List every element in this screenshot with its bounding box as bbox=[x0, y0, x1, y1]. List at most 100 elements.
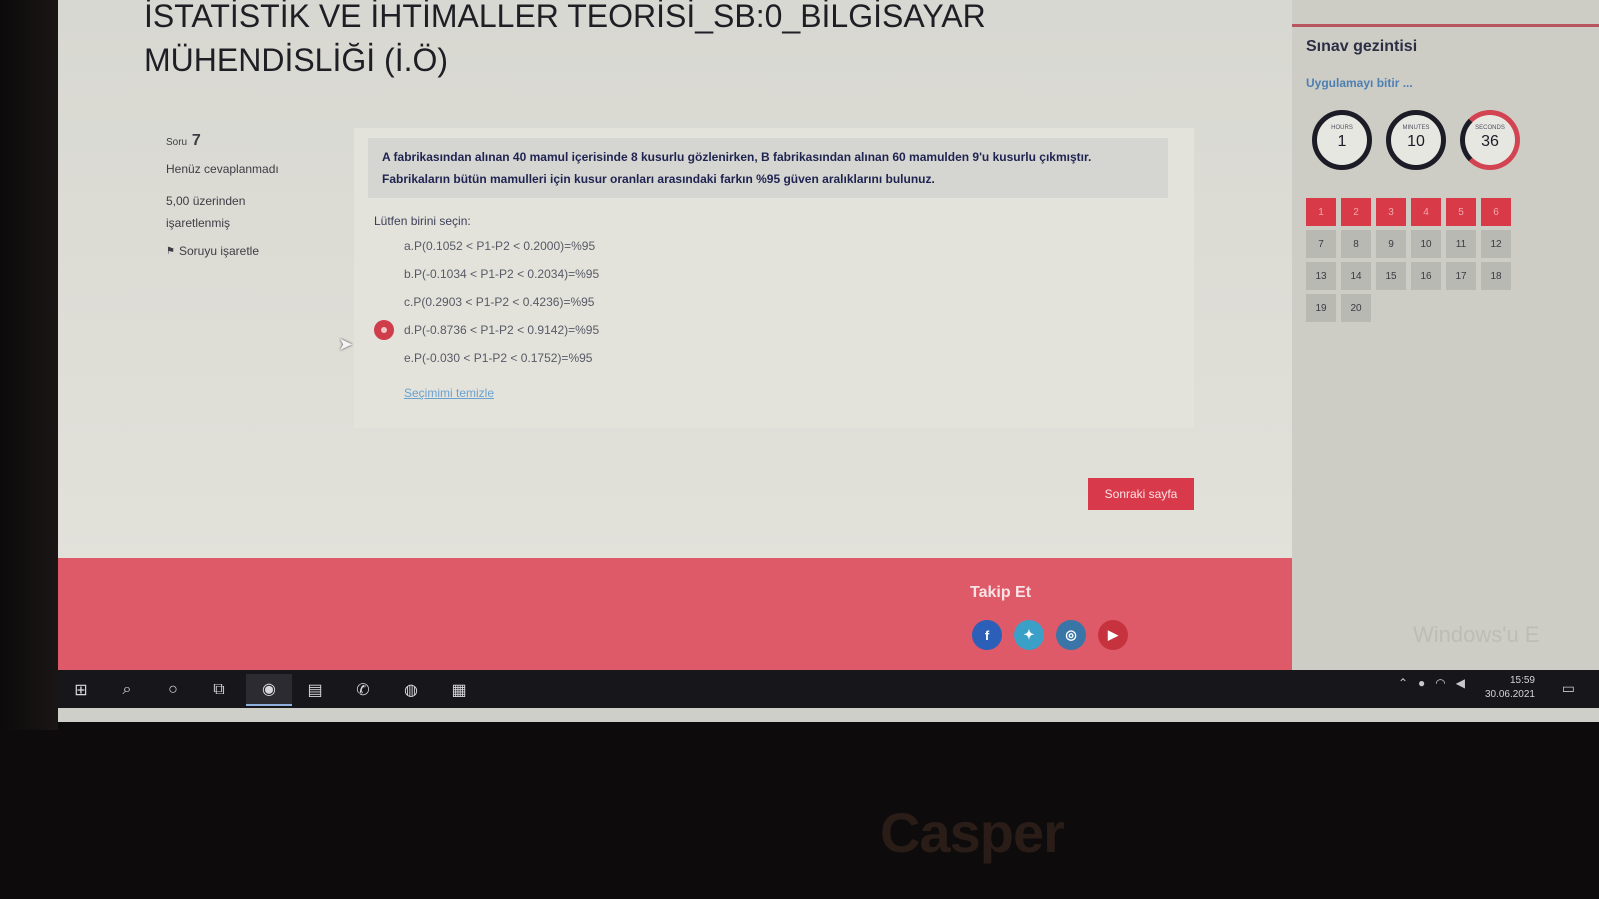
question-nav-button[interactable]: 12 bbox=[1481, 230, 1511, 258]
sidebar-divider bbox=[1292, 24, 1599, 27]
course-title-line1: İSTATİSTİK VE İHTİMALLER TEORİSİ_SB:0_Bİ… bbox=[144, 0, 986, 34]
question-nav-button[interactable]: 20 bbox=[1341, 294, 1371, 322]
social-links: f ✦ ◎ ▶ bbox=[972, 620, 1128, 650]
question-info: Soru 7 Henüz cevaplanmadı 5,00 üzerinden… bbox=[166, 132, 336, 258]
flag-label: Soruyu işaretle bbox=[178, 244, 260, 258]
answer-option-label: d.P(-0.8736 < P1-P2 < 0.9142)=%95 bbox=[404, 323, 600, 337]
clear-selection-link[interactable]: Seçimimi temizle bbox=[404, 386, 494, 400]
timer-hours-label: HOURS bbox=[1331, 125, 1353, 131]
windows-start-icon[interactable]: ⊞ bbox=[58, 674, 104, 706]
question-nav-button[interactable]: 13 bbox=[1306, 262, 1336, 290]
excel-icon[interactable]: ▦ bbox=[436, 674, 482, 706]
answer-option-label: e.P(-0.030 < P1-P2 < 0.1752)=%95 bbox=[404, 351, 593, 365]
taskbar-clock[interactable]: 15:59 30.06.2021 bbox=[1485, 674, 1535, 702]
cortana-icon[interactable]: ○ bbox=[150, 674, 196, 706]
grade-line1: 5,00 üzerinden bbox=[166, 194, 246, 208]
question-box: A fabrikasından alınan 40 mamul içerisin… bbox=[354, 128, 1194, 428]
site-footer: Takip Et f ✦ ◎ ▶ bbox=[58, 558, 1318, 670]
question-grid: 1 2 3 4 5 6 7 8 9 10 11 12 13 14 15 16 17 18 19 20 bbox=[1306, 198, 1511, 322]
quiz-page: İSTATİSTİK VE İHTİMALLER TEORİSİ_SB:0_Bİ… bbox=[58, 0, 1318, 570]
timer-minutes-label: MINUTES bbox=[1402, 125, 1430, 131]
question-nav-button[interactable]: 7 bbox=[1306, 230, 1336, 258]
answer-option-label: a.P(0.1052 < P1-P2 < 0.2000)=%95 bbox=[404, 239, 596, 253]
question-text: A fabrikasından alınan 40 mamul içerisin… bbox=[368, 138, 1168, 198]
course-title: İSTATİSTİK VE İHTİMALLER TEORİSİ_SB:0_Bİ… bbox=[144, 0, 1144, 82]
question-nav-button[interactable]: 14 bbox=[1341, 262, 1371, 290]
question-text-line2: Fabrikaların bütün mamulleri için kusur … bbox=[382, 172, 935, 186]
course-title-line2: MÜHENDİSLİĞİ (İ.Ö) bbox=[144, 42, 449, 78]
question-nav-button[interactable]: 1 bbox=[1306, 198, 1336, 226]
chevron-up-icon[interactable]: ⌃ bbox=[1398, 676, 1408, 690]
question-nav-button[interactable]: 18 bbox=[1481, 262, 1511, 290]
answer-option[interactable]: b.P(-0.1034 < P1-P2 < 0.2034)=%95 bbox=[374, 260, 599, 288]
task-view-icon[interactable]: ⧉ bbox=[196, 674, 242, 706]
whatsapp-icon[interactable]: ✆ bbox=[340, 674, 386, 706]
radio-icon[interactable] bbox=[374, 320, 394, 340]
next-page-button[interactable]: Sonraki sayfa bbox=[1088, 478, 1194, 510]
timer-hours: HOURS 1 bbox=[1312, 110, 1372, 170]
quiz-navigation-title: Sınav gezintisi bbox=[1306, 38, 1418, 55]
question-nav-button[interactable]: 9 bbox=[1376, 230, 1406, 258]
question-nav-button[interactable]: 5 bbox=[1446, 198, 1476, 226]
system-tray: ⌃ ● ◠ ◀ bbox=[1398, 676, 1465, 690]
windows-taskbar: ⊞ ⌕ ○ ⧉ ◉ ▤ ✆ ◍ ▦ ⌃ ● ◠ ◀ 15:59 30.06.20… bbox=[58, 670, 1599, 708]
question-nav-button[interactable]: 10 bbox=[1411, 230, 1441, 258]
answer-option[interactable]: a.P(0.1052 < P1-P2 < 0.2000)=%95 bbox=[374, 232, 599, 260]
quiz-navigation: Sınav gezintisi Uygulamayı bitir ... HOU… bbox=[1292, 0, 1599, 670]
casper-logo: Casper bbox=[880, 801, 1065, 864]
notification-icon[interactable]: ▭ bbox=[1562, 680, 1575, 697]
question-nav-button[interactable]: 17 bbox=[1446, 262, 1476, 290]
chrome-profile-icon[interactable]: ◍ bbox=[388, 674, 434, 706]
grade-line2: işaretlenmiş bbox=[166, 216, 231, 230]
answer-option-label: c.P(0.2903 < P1-P2 < 0.4236)=%95 bbox=[404, 295, 595, 309]
timer-seconds-label: SECONDS bbox=[1475, 125, 1505, 131]
windows-activation-watermark: Windows'u E bbox=[1413, 622, 1540, 647]
search-icon[interactable]: ⌕ bbox=[104, 674, 150, 706]
timer-hours-value: 1 bbox=[1337, 133, 1347, 150]
answer-option[interactable]: d.P(-0.8736 < P1-P2 < 0.9142)=%95 bbox=[374, 316, 599, 344]
question-nav-button[interactable]: 6 bbox=[1481, 198, 1511, 226]
question-nav-button[interactable]: 4 bbox=[1411, 198, 1441, 226]
question-nav-button[interactable]: 3 bbox=[1376, 198, 1406, 226]
clock-time: 15:59 bbox=[1509, 675, 1535, 686]
timer-minutes-value: 10 bbox=[1407, 133, 1425, 150]
timer-minutes: MINUTES 10 bbox=[1386, 110, 1446, 170]
flag-question-button[interactable]: ⚑ Soruyu işaretle bbox=[166, 244, 336, 258]
question-number-value: 7 bbox=[191, 132, 201, 149]
answer-option[interactable]: e.P(-0.030 < P1-P2 < 0.1752)=%95 bbox=[374, 344, 599, 372]
laptop-screen: İSTATİSTİK VE İHTİMALLER TEORİSİ_SB:0_Bİ… bbox=[58, 0, 1599, 722]
photo-stage: İSTATİSTİK VE İHTİMALLER TEORİSİ_SB:0_Bİ… bbox=[0, 0, 1599, 899]
mouse-cursor-icon: ➤ bbox=[338, 334, 354, 354]
question-label: Soru bbox=[166, 137, 188, 148]
timer-seconds-value: 36 bbox=[1481, 133, 1499, 150]
follow-label: Takip Et bbox=[970, 584, 1032, 601]
volume-icon[interactable]: ◀ bbox=[1456, 676, 1465, 690]
laptop-bezel bbox=[0, 0, 58, 730]
flag-icon: ⚑ bbox=[166, 245, 175, 257]
instagram-icon[interactable]: ◎ bbox=[1056, 620, 1086, 650]
chrome-icon[interactable]: ◉ bbox=[246, 674, 292, 706]
question-nav-button[interactable]: 8 bbox=[1341, 230, 1371, 258]
question-nav-button[interactable]: 2 bbox=[1341, 198, 1371, 226]
answer-options: a.P(0.1052 < P1-P2 < 0.2000)=%95 b.P(-0.1… bbox=[374, 232, 599, 372]
microphone-icon[interactable]: ● bbox=[1418, 676, 1425, 690]
question-nav-button[interactable]: 15 bbox=[1376, 262, 1406, 290]
twitter-icon[interactable]: ✦ bbox=[1014, 620, 1044, 650]
facebook-icon[interactable]: f bbox=[972, 620, 1002, 650]
answer-option-label: b.P(-0.1034 < P1-P2 < 0.2034)=%95 bbox=[404, 267, 600, 281]
question-text-line1: A fabrikasından alınan 40 mamul içerisin… bbox=[382, 150, 1092, 164]
youtube-icon[interactable]: ▶ bbox=[1098, 620, 1128, 650]
question-grade: 5,00 üzerinden işaretlenmiş bbox=[166, 190, 336, 234]
answer-option[interactable]: c.P(0.2903 < P1-P2 < 0.4236)=%95 bbox=[374, 288, 599, 316]
wifi-icon[interactable]: ◠ bbox=[1435, 676, 1445, 690]
question-nav-button[interactable]: 11 bbox=[1446, 230, 1476, 258]
file-explorer-icon[interactable]: ▤ bbox=[292, 674, 338, 706]
timer-seconds: SECONDS 36 bbox=[1460, 110, 1520, 170]
question-status: Henüz cevaplanmadı bbox=[166, 162, 279, 176]
question-number: Soru 7 bbox=[166, 132, 336, 150]
question-nav-button[interactable]: 19 bbox=[1306, 294, 1336, 322]
question-nav-button[interactable]: 16 bbox=[1411, 262, 1441, 290]
clock-date: 30.06.2021 bbox=[1484, 689, 1535, 700]
finish-attempt-link[interactable]: Uygulamayı bitir ... bbox=[1306, 76, 1413, 90]
select-prompt: Lütfen birini seçin: bbox=[374, 214, 471, 228]
